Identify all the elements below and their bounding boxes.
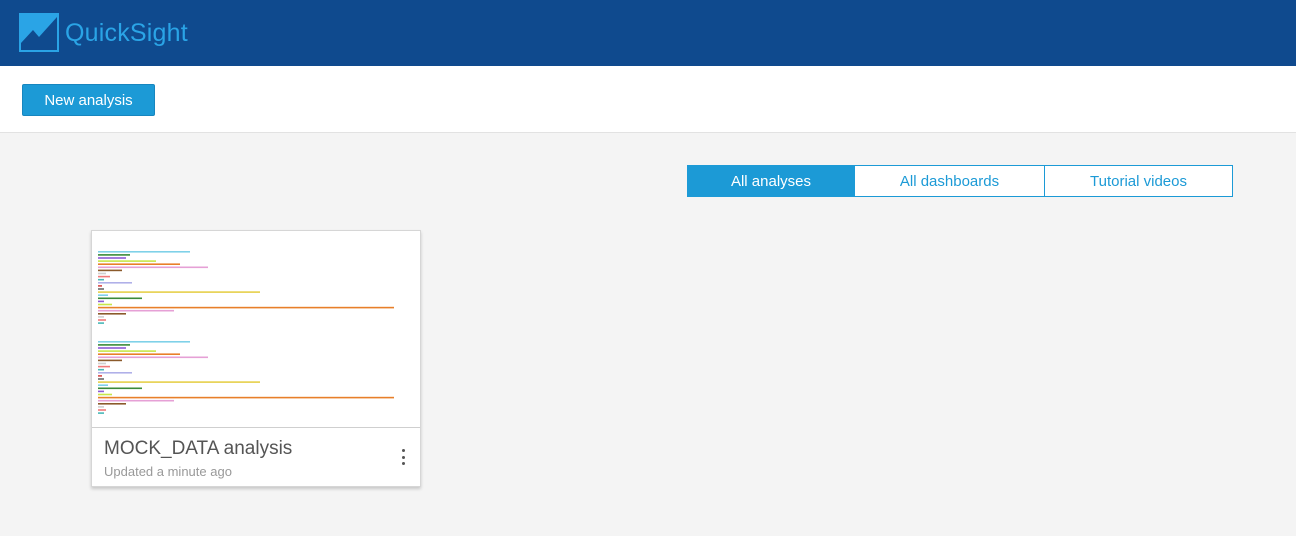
thumbnail-bar <box>98 275 110 278</box>
thumbnail-bar <box>98 387 142 390</box>
thumbnail-bar <box>98 303 112 306</box>
tab-all-dashboards[interactable]: All dashboards <box>854 165 1045 197</box>
thumbnail-bar <box>98 384 108 386</box>
thumbnail-bar <box>98 350 156 352</box>
analysis-card[interactable]: MOCK_DATA analysis Updated a minute ago <box>91 230 421 487</box>
thumbnail-bar <box>98 319 106 321</box>
thumbnail-bar <box>98 316 104 318</box>
thumbnail-bar <box>98 288 104 290</box>
analysis-thumbnail <box>92 231 420 428</box>
thumbnail-bar <box>98 409 106 411</box>
thumbnail-bar <box>98 375 102 377</box>
thumbnail-bar <box>98 291 260 293</box>
thumbnail-bar <box>98 278 104 281</box>
thumbnail-bar <box>98 396 394 399</box>
action-bar: New analysis <box>0 66 1296 133</box>
new-analysis-button[interactable]: New analysis <box>22 84 155 116</box>
thumbnail-bar <box>98 254 130 256</box>
thumbnail-bar <box>98 353 180 355</box>
analysis-title[interactable]: MOCK_DATA analysis <box>104 438 292 460</box>
thumbnail-bar <box>98 412 104 414</box>
thumbnail-bar <box>98 403 126 405</box>
app-name[interactable]: QuickSight <box>65 19 188 48</box>
thumbnail-bar <box>98 393 112 396</box>
thumbnail-bar <box>98 362 106 365</box>
thumbnail-bar <box>98 251 190 253</box>
analysis-updated: Updated a minute ago <box>104 464 232 479</box>
top-bar: QuickSight <box>0 0 1296 66</box>
thumbnail-bar <box>98 309 174 312</box>
quicksight-logo-icon[interactable] <box>19 13 59 52</box>
thumbnail-preview <box>98 251 394 414</box>
more-vertical-icon[interactable] <box>397 449 409 465</box>
thumbnail-bar <box>98 372 132 374</box>
thumbnail-bar <box>98 356 208 359</box>
thumbnail-bar <box>98 341 190 343</box>
thumbnail-bar <box>98 260 156 262</box>
thumbnail-bar <box>98 282 132 284</box>
thumbnail-bar <box>98 365 110 368</box>
thumbnail-bar <box>98 294 108 296</box>
thumbnail-bar <box>98 399 174 402</box>
thumbnail-bar <box>98 266 208 269</box>
thumbnail-bar <box>98 359 122 362</box>
tab-tutorial-videos[interactable]: Tutorial videos <box>1044 165 1233 197</box>
thumbnail-bar <box>98 313 126 315</box>
thumbnail-bar <box>98 378 104 380</box>
thumbnail-bar <box>98 381 260 383</box>
thumbnail-bar <box>98 300 104 303</box>
thumbnail-bar <box>98 322 104 324</box>
thumbnail-bar <box>98 263 180 265</box>
tab-all-analyses[interactable]: All analyses <box>687 165 855 197</box>
thumbnail-bar <box>98 406 104 408</box>
thumbnail-bar <box>98 390 104 393</box>
thumbnail-bar <box>98 306 394 309</box>
thumbnail-bar <box>98 285 102 287</box>
thumbnail-bar <box>98 272 106 275</box>
thumbnail-bar <box>98 347 126 349</box>
thumbnail-bar <box>98 269 122 272</box>
thumbnail-bar <box>98 344 130 346</box>
view-tabs: All analyses All dashboards Tutorial vid… <box>687 165 1233 197</box>
thumbnail-bar <box>98 257 126 259</box>
thumbnail-bar <box>98 297 142 300</box>
thumbnail-bar <box>98 368 104 371</box>
